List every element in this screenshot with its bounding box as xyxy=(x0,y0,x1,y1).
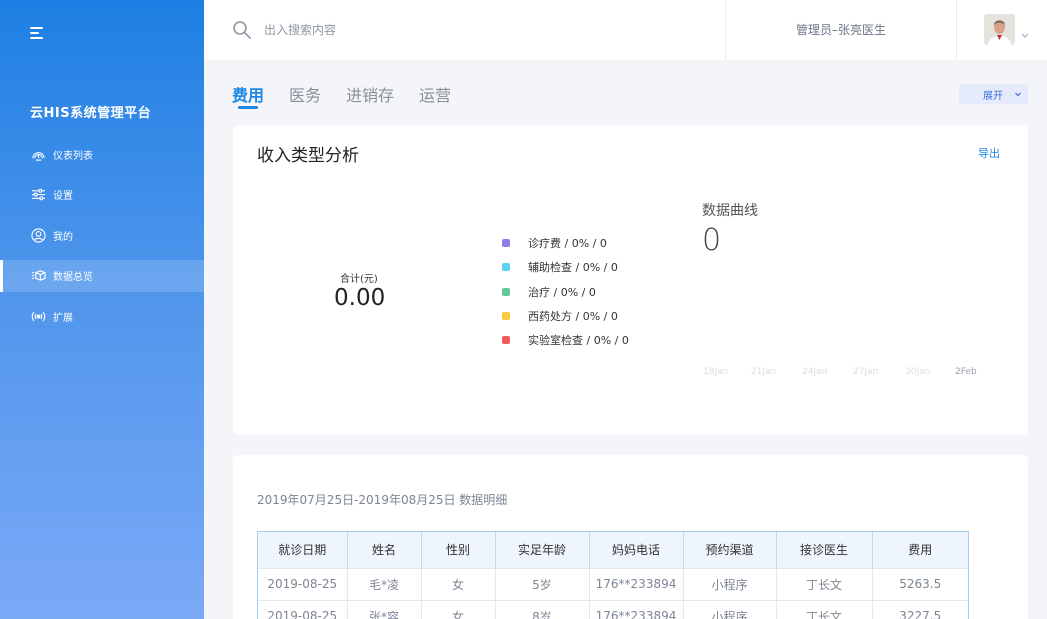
detail-card: 2019年07月25日-2019年08月25日 数据明细 就诊日期 姓名 性别 … xyxy=(233,455,1028,619)
legend-label: 辅助检查 / 0% / 0 xyxy=(528,261,618,275)
table-row[interactable]: 2019-08-25 毛*凌 女 5岁 176**233894 小程序 丁长文 … xyxy=(258,567,968,600)
column-header[interactable]: 性别 xyxy=(421,532,496,568)
column-header[interactable]: 费用 xyxy=(872,532,968,568)
x-tick-label: 18Jan xyxy=(703,367,729,377)
table-cell: 毛*凌 xyxy=(347,567,422,600)
legend-item: 西药处方 / 0% / 0 xyxy=(502,304,629,328)
curve-title: 数据曲线 xyxy=(702,203,758,219)
table-cell: 5岁 xyxy=(495,567,590,600)
sliders-icon xyxy=(30,187,46,203)
search-icon[interactable] xyxy=(232,20,252,40)
tab-medical[interactable]: 医务 xyxy=(289,82,321,110)
sidebar-item-label: 数据总览 xyxy=(53,272,93,283)
sidebar-item-settings[interactable]: 设置 xyxy=(0,179,204,211)
broadcast-icon xyxy=(30,308,46,324)
legend-label: 西药处方 / 0% / 0 xyxy=(528,310,618,324)
menu-toggle-icon[interactable] xyxy=(30,26,46,40)
chevron-down-icon xyxy=(1015,92,1021,97)
tab-fees[interactable]: 费用 xyxy=(232,82,264,110)
table-cell: 丁长文 xyxy=(776,599,873,619)
sidebar-item-dashboard[interactable]: 仪表列表 xyxy=(0,138,204,170)
income-legend: 诊疗费 / 0% / 0 辅助检查 / 0% / 0 治疗 / 0% / 0 西… xyxy=(502,231,629,352)
expand-label: 展开 xyxy=(983,90,1003,102)
curve-x-axis: 18Jan 21Jan 24Jan 27Jan 30Jan 2Feb xyxy=(703,367,1003,381)
table-row[interactable]: 2019-08-25 张*容 女 8岁 176**233894 小程序 丁长文 … xyxy=(258,599,968,619)
legend-label: 实验室检查 / 0% / 0 xyxy=(528,334,629,348)
table-cell: 2019-08-25 xyxy=(258,599,348,619)
column-header[interactable]: 妈妈电话 xyxy=(589,532,684,568)
table-cell: 女 xyxy=(421,567,496,600)
table-cell: 女 xyxy=(421,599,496,619)
avatar[interactable] xyxy=(984,14,1015,45)
admin-name: 管理员–张亮医生 xyxy=(795,23,886,37)
sidebar: 云HIS系统管理平台 仪表列表 设置 我的 数据总览 扩展 xyxy=(0,0,204,619)
sidebar-item-label: 我的 xyxy=(53,231,73,243)
legend-swatch xyxy=(502,336,510,345)
table-cell: 5263.5 xyxy=(872,567,968,600)
legend-label: 诊疗费 / 0% / 0 xyxy=(528,237,607,251)
expand-button[interactable]: 展开 xyxy=(959,84,1028,104)
legend-label: 治疗 / 0% / 0 xyxy=(528,285,596,299)
chevron-down-icon[interactable] xyxy=(1020,25,1030,38)
sidebar-item-label: 扩展 xyxy=(53,312,73,324)
legend-swatch xyxy=(502,239,510,248)
sidebar-nav: 仪表列表 设置 我的 数据总览 扩展 xyxy=(0,138,204,341)
legend-item: 辅助检查 / 0% / 0 xyxy=(502,255,629,279)
app-title: 云HIS系统管理平台 xyxy=(30,106,152,121)
legend-swatch xyxy=(502,287,510,296)
table-cell: 张*容 xyxy=(347,599,422,619)
x-tick-label: 21Jan xyxy=(751,367,777,377)
divider xyxy=(956,0,957,60)
user-icon xyxy=(30,227,46,243)
total-label: 合计(元) xyxy=(340,274,378,285)
search-input[interactable] xyxy=(264,19,644,41)
x-tick-label: 24Jan xyxy=(802,367,828,377)
column-header[interactable]: 就诊日期 xyxy=(258,532,348,568)
export-button[interactable]: 导出 xyxy=(978,145,1000,161)
data-box-icon xyxy=(30,268,46,284)
curve-value: 0 xyxy=(702,223,722,258)
column-header[interactable]: 接诊医生 xyxy=(776,532,873,568)
sidebar-item-extend[interactable]: 扩展 xyxy=(0,300,204,332)
table-cell: 8岁 xyxy=(495,599,590,619)
legend-item: 治疗 / 0% / 0 xyxy=(502,280,629,304)
sidebar-item-label: 仪表列表 xyxy=(53,150,93,162)
income-analysis-card: 收入类型分析 导出 合计(元) 0.00 诊疗费 / 0% / 0 辅助检查 /… xyxy=(233,125,1028,435)
table-cell: 丁长文 xyxy=(776,567,873,600)
table-header-row: 就诊日期 姓名 性别 实足年龄 妈妈电话 预约渠道 接诊医生 费用 xyxy=(258,532,968,568)
table-cell: 176**233894 xyxy=(589,599,684,619)
sidebar-item-label: 设置 xyxy=(53,191,73,202)
column-header[interactable]: 姓名 xyxy=(347,532,422,568)
detail-title: 2019年07月25日-2019年08月25日 数据明细 xyxy=(257,493,508,507)
category-tabs: 费用 医务 进销存 运营 xyxy=(232,82,476,110)
top-bar: 管理员–张亮医生 xyxy=(204,0,1047,60)
table-cell: 176**233894 xyxy=(589,567,684,600)
column-header[interactable]: 实足年龄 xyxy=(495,532,590,568)
column-header[interactable]: 预约渠道 xyxy=(683,532,777,568)
sidebar-item-data-overview[interactable]: 数据总览 xyxy=(0,259,204,292)
x-tick-label: 2Feb xyxy=(955,367,977,377)
detail-table: 就诊日期 姓名 性别 实足年龄 妈妈电话 预约渠道 接诊医生 费用 2019-0… xyxy=(257,531,969,619)
table-cell: 2019-08-25 xyxy=(258,567,348,600)
total-value: 0.00 xyxy=(334,285,386,311)
legend-item: 诊疗费 / 0% / 0 xyxy=(502,231,629,255)
table-cell: 小程序 xyxy=(683,599,777,619)
legend-swatch xyxy=(502,263,510,272)
tab-operations[interactable]: 运营 xyxy=(419,82,451,110)
sidebar-item-mine[interactable]: 我的 xyxy=(0,219,204,251)
table-cell: 小程序 xyxy=(683,567,777,600)
x-tick-label: 30Jan xyxy=(905,367,931,377)
dashboard-icon xyxy=(30,146,46,162)
tab-inventory[interactable]: 进销存 xyxy=(346,82,394,110)
legend-item: 实验室检查 / 0% / 0 xyxy=(502,328,629,352)
card-title: 收入类型分析 xyxy=(257,146,359,166)
table-cell: 3227.5 xyxy=(872,599,968,619)
legend-swatch xyxy=(502,312,510,321)
x-tick-label: 27Jan xyxy=(853,367,879,377)
